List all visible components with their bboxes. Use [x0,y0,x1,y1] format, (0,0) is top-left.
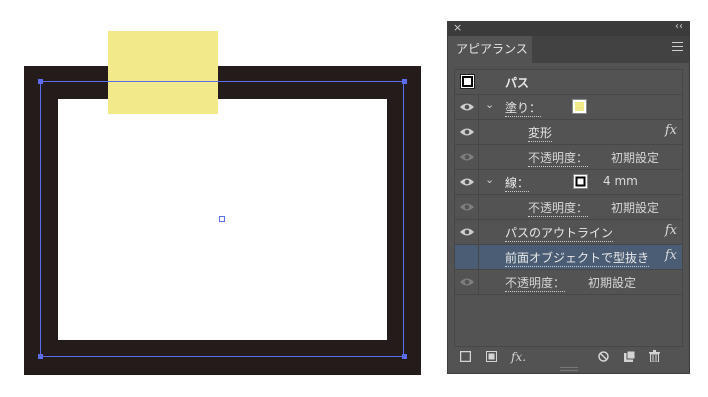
eye-icon[interactable] [459,201,475,213]
opacity-label[interactable]: 不透明度： [528,199,589,217]
duplicate-item-icon[interactable] [624,351,635,362]
panel-bottom-toolbar: fx. [454,347,683,367]
fx-icon[interactable]: fx [665,223,677,238]
row-divider [478,170,479,194]
transform-label[interactable]: 変形 [528,124,553,142]
trash-icon[interactable] [649,350,660,362]
minus-front-label[interactable]: 前面オブジェクトで型抜き [505,249,650,267]
row-divider [478,245,479,269]
add-fill-icon[interactable] [486,351,497,362]
selection-handle-top-right[interactable] [402,79,407,84]
path-thumbnail-icon [460,74,475,89]
chevron-down-icon[interactable]: ⌄ [485,173,494,186]
stroke-row[interactable]: ⌄ 線： 4 mm [455,170,682,195]
collapse-icon[interactable]: ‹‹ [675,21,683,32]
opacity-label[interactable]: 不透明度： [505,274,566,292]
appearance-list: パス ⌄ 塗り： 変形 fx 不透明度： 初期設定 ⌄ 線： 4 mm 不透明度… [454,69,683,347]
selection-handle-top-left[interactable] [38,79,43,84]
selection-center-point[interactable] [219,216,225,222]
fill-label[interactable]: 塗り： [505,99,542,117]
appearance-panel: × ‹‹ アピアランス パス ⌄ 塗り： 変形 fx 不透明度： 初期設定 ⌄ … [447,21,690,374]
outline-path-label[interactable]: パスのアウトライン [505,224,614,242]
path-header-row[interactable]: パス [455,70,682,95]
chevron-down-icon[interactable]: ⌄ [485,98,494,111]
fill-swatch[interactable] [572,99,587,114]
object-opacity-row[interactable]: 不透明度： 初期設定 [455,270,682,295]
stroke-swatch[interactable] [573,174,588,189]
row-divider [478,145,479,169]
row-divider [478,120,479,144]
opacity-value: 初期設定 [588,276,637,290]
opacity-value: 初期設定 [611,201,660,215]
transform-row[interactable]: 変形 fx [455,120,682,145]
minus-front-row[interactable]: 前面オブジェクトで型抜き fx [455,245,682,270]
eye-icon[interactable] [459,226,475,238]
opacity-value: 初期設定 [611,151,660,165]
selection-handle-bottom-right[interactable] [402,354,407,359]
stroke-weight-value[interactable]: 4 mm [603,174,638,188]
row-divider [478,195,479,219]
panel-tab-row: アピアランス [448,36,689,63]
selection-handle-bottom-left[interactable] [38,354,43,359]
fill-opacity-row[interactable]: 不透明度： 初期設定 [455,145,682,170]
opacity-label[interactable]: 不透明度： [528,149,589,167]
panel-resize-grip[interactable] [560,367,578,371]
fx-icon[interactable]: fx [665,123,677,138]
tab-appearance[interactable]: アピアランス [448,36,532,63]
row-divider [478,270,479,294]
eye-icon[interactable] [459,276,475,288]
panel-menu-icon[interactable] [672,42,683,51]
eye-icon[interactable] [459,151,475,163]
fx-icon[interactable]: fx [665,248,677,263]
close-icon[interactable]: × [453,21,462,34]
panel-titlebar[interactable]: × ‹‹ [448,21,689,36]
clear-appearance-icon[interactable] [598,351,609,362]
row-divider [478,220,479,244]
eye-icon[interactable] [459,176,475,188]
stroke-opacity-row[interactable]: 不透明度： 初期設定 [455,195,682,220]
eye-icon[interactable] [459,126,475,138]
path-label: パス [505,76,530,90]
row-divider [478,95,479,119]
stroke-label[interactable]: 線： [505,174,530,192]
add-effect-icon[interactable]: fx. [511,350,526,364]
eye-icon[interactable] [459,101,475,113]
fill-row[interactable]: ⌄ 塗り： [455,95,682,120]
outline-path-row[interactable]: パスのアウトライン fx [455,220,682,245]
add-stroke-icon[interactable] [460,351,471,362]
